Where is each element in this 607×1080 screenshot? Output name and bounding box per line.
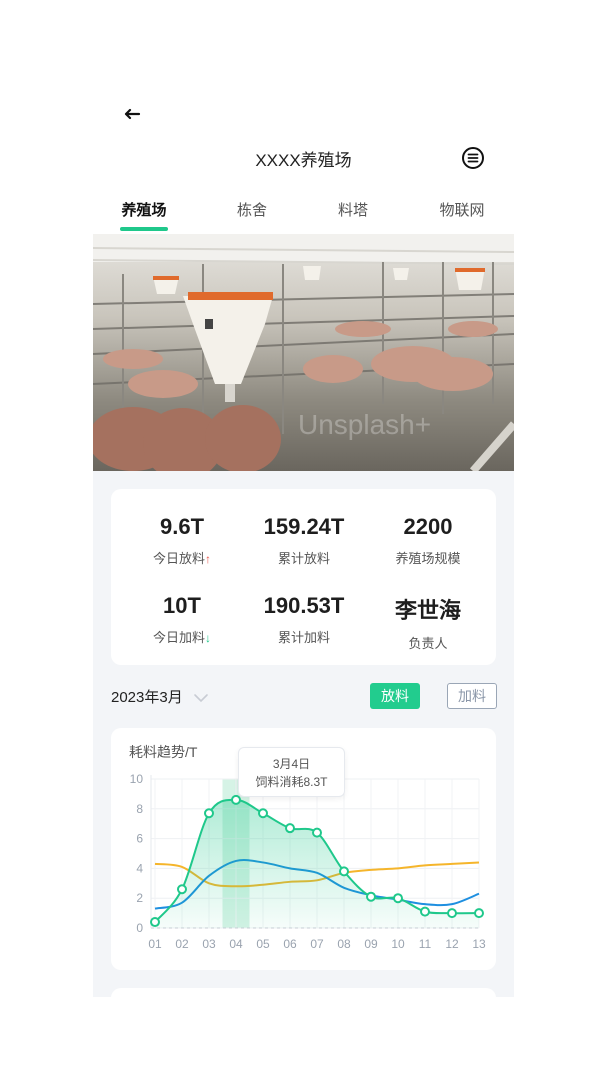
tooltip-date: 3月4日 [272, 757, 311, 771]
tab-bar: 养殖场 栋舍 料塔 物联网 [93, 196, 514, 234]
y-tick-label: 6 [136, 832, 143, 846]
data-point [285, 823, 295, 834]
stat-value: 李世海 [394, 598, 461, 623]
stat-value: 10T [163, 593, 201, 618]
x-tick-label: 04 [229, 937, 243, 951]
feed-add-button[interactable]: 加料 [447, 683, 497, 709]
y-tick-label: 10 [130, 772, 144, 786]
feed-release-button[interactable]: 放料 [370, 683, 420, 709]
x-tick-label: 12 [445, 937, 459, 951]
data-point [393, 893, 403, 904]
month-picker[interactable]: 2023年3月 [111, 686, 209, 707]
x-tick-label: 03 [202, 937, 216, 951]
active-tab-indicator [120, 227, 168, 231]
x-tick-label: 06 [283, 937, 297, 951]
data-point [204, 808, 214, 819]
trend-up-icon: ↑ [205, 552, 211, 566]
top-bar: XXXX养殖场 养殖场 栋舍 料塔 物联网 [93, 84, 514, 234]
chevron-down-icon [194, 694, 208, 703]
stat-label: 今日加料 [152, 630, 205, 645]
filter-row: 2023年3月 放料 加料 [111, 682, 497, 712]
data-point [366, 891, 376, 902]
y-tick-label: 0 [136, 921, 143, 935]
stat-total-feed: 159.24T 累计放料 [240, 514, 368, 567]
stat-value: 190.53T [263, 593, 345, 618]
back-arrow-icon[interactable] [119, 104, 147, 124]
stat-label: 养殖场规模 [395, 551, 461, 566]
stat-label: 今日放料 [152, 551, 205, 566]
stat-today-add: 10T 今日加料↓ [118, 593, 246, 646]
month-picker-value: 2023年3月 [111, 689, 183, 706]
stat-label: 累计加料 [277, 630, 330, 645]
data-point [474, 908, 484, 919]
x-tick-label: 09 [364, 937, 378, 951]
stat-owner: 李世海 负责人 [364, 593, 492, 652]
tab-feed-tower[interactable]: 料塔 [338, 199, 368, 220]
tab-farm[interactable]: 养殖场 [121, 199, 166, 220]
next-section-card [111, 988, 496, 997]
y-tick-label: 8 [136, 802, 143, 816]
x-tick-label: 10 [391, 937, 405, 951]
y-tick-label: 2 [136, 891, 143, 905]
data-point [258, 808, 268, 819]
consumption-chart-card: 耗料趋势/T 0 2 4 6 8 10 01 02 03 04 05 06 07 08 09 10 11 12 13… [111, 728, 496, 970]
farm-photo: Unsplash+ [93, 234, 514, 471]
x-tick-label: 01 [148, 937, 162, 951]
stat-total-add: 190.53T 累计加料 [240, 593, 368, 646]
stat-value: 9.6T [159, 514, 205, 539]
stats-card: 9.6T 今日放料↑ 159.24T 累计放料 2200 养殖场规模 10T 今… [111, 489, 496, 665]
page-title: XXXX养殖场 [255, 151, 352, 170]
stat-farm-scale: 2200 养殖场规模 [364, 514, 492, 567]
watermark-text: Unsplash+ [298, 409, 431, 440]
stat-value: 159.24T [263, 514, 345, 539]
tooltip-value: 饲料消耗8.3T [255, 775, 328, 789]
y-tick-label: 4 [136, 861, 143, 875]
data-point [177, 884, 187, 895]
stat-value: 2200 [403, 514, 453, 539]
data-point [150, 917, 160, 928]
x-tick-label: 02 [175, 937, 189, 951]
x-tick-label: 11 [419, 937, 432, 951]
tab-barn[interactable]: 栋舍 [237, 199, 267, 220]
x-tick-label: 13 [472, 937, 486, 951]
stat-label: 负责人 [408, 636, 448, 651]
tab-iot[interactable]: 物联网 [439, 199, 484, 220]
data-point [312, 827, 322, 838]
stat-label: 累计放料 [277, 551, 330, 566]
data-point [447, 908, 457, 919]
trend-down-icon: ↓ [205, 631, 211, 645]
menu-circle-icon[interactable] [461, 146, 485, 170]
x-tick-label: 05 [256, 937, 270, 951]
stat-today-feed: 9.6T 今日放料↑ [118, 514, 246, 567]
data-point [339, 866, 349, 877]
data-point [420, 906, 430, 917]
chart-tooltip: 3月4日 饲料消耗8.3T [238, 747, 345, 797]
x-tick-label: 08 [337, 937, 351, 951]
app-screen: XXXX养殖场 养殖场 栋舍 料塔 物联网 Unsplash+ 9.6T 今日放… [93, 84, 514, 997]
data-point [231, 794, 241, 805]
x-tick-label: 07 [310, 937, 324, 951]
